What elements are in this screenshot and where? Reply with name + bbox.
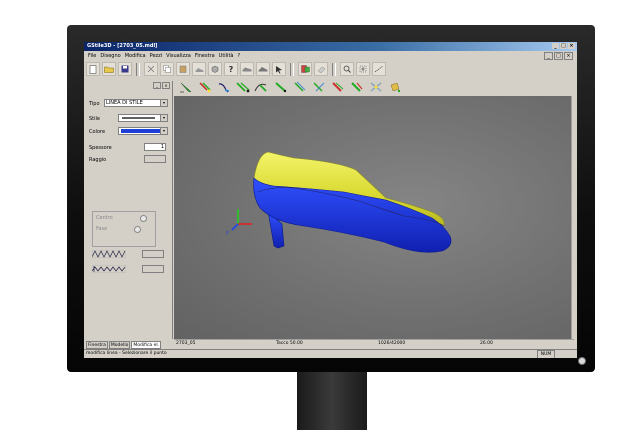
menu-file[interactable]: File — [88, 53, 96, 59]
menu-utilita[interactable]: Utilità — [219, 53, 234, 59]
zigzag-field[interactable] — [142, 250, 164, 258]
spessore-label: Spessore — [89, 145, 112, 151]
tipo-label: Tipo — [89, 101, 100, 107]
shoe-top-icon[interactable] — [256, 62, 270, 76]
3d-viewport[interactable]: z — [174, 96, 571, 339]
chevron-down-icon: ▾ — [160, 128, 167, 134]
status-coords: 1026/42000 — [378, 341, 406, 346]
window-title: GStile3D - [2703_05.mdl] — [87, 43, 158, 49]
color-swatch — [121, 129, 161, 133]
monitor-stand — [297, 372, 367, 430]
shoe-model: z — [226, 151, 452, 253]
layers-icon[interactable] — [298, 62, 312, 76]
menu-help[interactable]: ? — [237, 53, 240, 59]
doc-restore-button[interactable]: □ — [554, 52, 563, 60]
tab-finestra[interactable]: Finestra — [86, 341, 108, 349]
axis-gizmo-icon: z — [226, 209, 252, 236]
doc-minimize-button[interactable]: _ — [544, 52, 553, 60]
tool-cross-icon[interactable] — [368, 79, 384, 95]
cut-icon[interactable] — [144, 62, 158, 76]
zoom-box-icon[interactable] — [356, 62, 370, 76]
menu-disegno[interactable]: Disegno — [100, 53, 120, 59]
drawing-toolbar — [178, 78, 403, 96]
viewport-scrollbar[interactable] — [571, 96, 577, 339]
pointer-icon[interactable] — [272, 62, 286, 76]
measure-icon[interactable] — [372, 62, 386, 76]
status-file: 2703_05 — [176, 341, 196, 346]
chevron-down-icon: ▾ — [160, 100, 167, 106]
close-button[interactable]: × — [568, 43, 575, 49]
main-toolbar: ? — [86, 61, 386, 77]
pen-join-icon[interactable] — [349, 79, 365, 95]
raggio-label: Raggio — [89, 157, 107, 163]
menu-visualizza[interactable]: Visualizza — [166, 53, 191, 59]
pen-multi-icon[interactable] — [197, 79, 213, 95]
colore-label: Colore — [89, 129, 106, 135]
svg-text:z: z — [226, 230, 229, 236]
status-value: 26.00 — [480, 341, 493, 346]
paste-icon[interactable] — [176, 62, 190, 76]
eraser-icon[interactable] — [314, 62, 328, 76]
doc-close-button[interactable]: × — [564, 52, 573, 60]
tipo-select[interactable]: LINEA DI STILE ▾ — [104, 99, 168, 107]
copy-icon[interactable] — [160, 62, 174, 76]
spessore-field[interactable]: 1 — [144, 143, 166, 151]
title-bar: GStile3D - [2703_05.mdl] _ □ × — [84, 42, 577, 51]
num-lock-indicator: NUM — [537, 350, 555, 358]
menu-pezzi[interactable]: Pezzi — [150, 53, 163, 59]
pen-curve-icon[interactable] — [254, 79, 270, 95]
panel-tabs: Finestra Modello Modifica el. — [86, 341, 162, 349]
pen-red-icon[interactable] — [330, 79, 346, 95]
status-message: modifica linea - Selezionare il punto — [86, 351, 167, 356]
stile-select[interactable]: ▾ — [118, 114, 168, 122]
chevron-down-icon: ▾ — [160, 115, 167, 121]
fase-label: Fase — [96, 226, 108, 232]
fase-radio-row[interactable]: Fase — [92, 226, 142, 233]
menu-modifica[interactable]: Modifica — [125, 53, 146, 59]
pen-dual-icon[interactable] — [235, 79, 251, 95]
zigzag-pattern-icon[interactable] — [92, 250, 126, 258]
shoe-view-icon[interactable] — [192, 62, 206, 76]
pen-offset-icon[interactable] — [292, 79, 308, 95]
raggio-field[interactable] — [144, 155, 166, 163]
properties-panel: _ × Tipo LINEA DI STILE ▾ Stile ▾ Colore… — [86, 81, 173, 339]
pen-blue-icon[interactable] — [216, 79, 232, 95]
stitch-field[interactable] — [142, 265, 164, 273]
zoom-in-icon[interactable] — [340, 62, 354, 76]
open-folder-icon[interactable] — [102, 62, 116, 76]
shoe-side-icon[interactable] — [240, 62, 254, 76]
panel-close-button[interactable]: × — [162, 82, 170, 89]
menu-bar: File Disegno Modifica Pezzi Visualizza F… — [84, 51, 577, 60]
pen-mirror-icon[interactable] — [311, 79, 327, 95]
app-window: GStile3D - [2703_05.mdl] _ □ × File Dise… — [84, 42, 577, 358]
pen-split-icon[interactable] — [273, 79, 289, 95]
tab-modello[interactable]: Modello — [108, 341, 131, 349]
cube-view-icon[interactable] — [208, 62, 222, 76]
minimize-button[interactable]: _ — [552, 43, 559, 49]
maximize-button[interactable]: □ — [560, 43, 567, 49]
stitch-pattern-icon[interactable] — [92, 265, 126, 273]
new-file-icon[interactable] — [86, 62, 100, 76]
tipo-value: LINEA DI STILE — [106, 100, 143, 106]
status-bar: modifica linea - Selezionare il punto NU… — [84, 349, 577, 358]
toolbar-separator — [290, 62, 294, 76]
toolbar-separator — [136, 62, 140, 76]
toolbar-separator — [332, 62, 336, 76]
panel-minimize-button[interactable]: _ — [153, 82, 161, 89]
centro-radio[interactable] — [139, 215, 147, 222]
tab-modifica[interactable]: Modifica el. — [131, 341, 162, 349]
coordinate-bar: 2703_05 Tacco 50.00 1026/42000 26.00 — [174, 339, 574, 348]
power-button[interactable] — [578, 357, 586, 365]
tool-bucket-icon[interactable] — [387, 79, 403, 95]
save-icon[interactable] — [118, 62, 132, 76]
stile-label: Stile — [89, 116, 100, 122]
help-icon[interactable]: ? — [224, 62, 238, 76]
status-zoom: Tacco 50.00 — [276, 341, 303, 346]
pen-green-icon[interactable] — [178, 79, 194, 95]
centro-label: Centro — [96, 215, 113, 221]
centro-radio-row[interactable]: Centro — [92, 215, 147, 222]
colore-select[interactable]: ▾ — [118, 127, 168, 135]
menu-finestra[interactable]: Finestra — [195, 53, 215, 59]
